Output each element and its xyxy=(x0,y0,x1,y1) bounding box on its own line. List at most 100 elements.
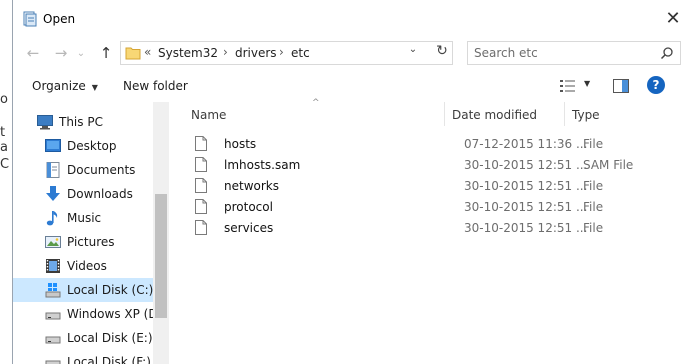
sidebar-item-videos[interactable]: Videos xyxy=(13,254,153,278)
file-icon xyxy=(195,220,207,235)
file-name: lmhosts.sam xyxy=(224,158,301,172)
sidebar-item-this-pc[interactable]: This PC xyxy=(13,110,153,134)
folder-icon xyxy=(125,47,141,60)
file-icon xyxy=(195,136,207,151)
file-icon xyxy=(195,199,207,214)
sidebar-item-label: Music xyxy=(67,211,102,225)
file-row[interactable]: hosts 07-12-2015 11:36 ... File xyxy=(191,134,691,155)
file-list: ^ Name Date modified Type hosts 07-12-20… xyxy=(169,98,694,364)
sidebar-item-pictures[interactable]: Pictures xyxy=(13,230,153,254)
address-overflow-icon[interactable]: « xyxy=(144,45,151,59)
breadcrumb-separator-icon[interactable]: › xyxy=(279,45,284,59)
dialog-title: Open xyxy=(43,12,76,26)
forward-arrow-icon: → xyxy=(54,44,68,62)
sidebar-item-label: Local Disk (F:) xyxy=(67,355,151,364)
navigation-pane: This PC Desktop Documents Downloads Musi… xyxy=(13,102,169,364)
search-icon[interactable] xyxy=(660,46,674,60)
view-options-caret-icon[interactable]: ▼ xyxy=(584,79,590,88)
file-date-modified: 30-10-2015 12:51 ... xyxy=(464,179,588,193)
close-button[interactable]: ✕ xyxy=(659,6,687,30)
file-date-modified: 30-10-2015 12:51 ... xyxy=(464,200,588,214)
file-row[interactable]: protocol 30-10-2015 12:51 ... File xyxy=(191,197,691,218)
breadcrumb-drivers[interactable]: drivers xyxy=(235,46,277,60)
sidebar-scrollbar-thumb[interactable] xyxy=(155,194,167,318)
search-input[interactable] xyxy=(474,45,644,61)
sidebar-scrollbar[interactable] xyxy=(153,102,169,364)
sidebar-item-music[interactable]: Music xyxy=(13,206,153,230)
file-name: services xyxy=(224,221,274,235)
column-header-name[interactable]: Name xyxy=(191,108,226,132)
column-divider[interactable] xyxy=(564,102,565,126)
file-date-modified: 30-10-2015 12:51 ... xyxy=(464,158,588,172)
view-options-icon[interactable] xyxy=(560,79,576,93)
file-icon xyxy=(195,178,207,193)
refresh-button[interactable]: ↻ xyxy=(432,41,452,61)
pc-icon xyxy=(37,115,53,130)
file-icon xyxy=(195,157,207,172)
chevron-down-icon: ⌄ xyxy=(408,43,418,55)
close-icon: ✕ xyxy=(665,7,681,29)
file-type: SAM File xyxy=(583,158,634,172)
sidebar-item-label: Desktop xyxy=(67,139,117,153)
refresh-icon: ↻ xyxy=(436,43,448,59)
file-date-modified: 07-12-2015 11:36 ... xyxy=(464,137,588,151)
caret-down-icon: ▼ xyxy=(91,83,98,92)
open-dialog: Open ✕ ← → ⌄ ↑ « System32 › drivers › et… xyxy=(12,0,694,364)
help-icon: ? xyxy=(652,78,660,92)
file-type: File xyxy=(583,200,604,214)
new-folder-button[interactable]: New folder xyxy=(123,79,188,93)
windows-drive-icon xyxy=(45,283,61,298)
file-row[interactable]: networks 30-10-2015 12:51 ... File xyxy=(191,176,691,197)
sidebar-item-desktop[interactable]: Desktop xyxy=(13,134,153,158)
background-text-glyph: o xyxy=(0,92,8,107)
up-button[interactable]: ↑ xyxy=(96,43,116,63)
breadcrumb-separator-icon[interactable]: › xyxy=(223,45,228,59)
file-date-modified: 30-10-2015 12:51 ... xyxy=(464,221,588,235)
recent-locations-button[interactable]: ⌄ xyxy=(75,43,87,63)
desktop-icon xyxy=(45,139,61,152)
search-box[interactable] xyxy=(467,41,681,65)
sidebar-item-documents[interactable]: Documents xyxy=(13,158,153,182)
address-bar[interactable]: « System32 › drivers › etc xyxy=(120,41,453,65)
sidebar-item-label: Documents xyxy=(67,163,136,177)
file-name: protocol xyxy=(224,200,273,214)
organize-button[interactable]: Organize ▼ xyxy=(32,79,98,93)
file-type: File xyxy=(583,179,604,193)
column-divider[interactable] xyxy=(444,102,445,126)
background-text-glyph: t xyxy=(0,125,6,140)
sidebar-item-label: Windows XP (D:) xyxy=(67,307,167,321)
column-header-date-modified[interactable]: Date modified xyxy=(452,108,537,132)
column-header-type[interactable]: Type xyxy=(572,108,600,132)
drive-icon xyxy=(45,312,61,320)
sort-ascending-icon: ^ xyxy=(312,98,320,108)
breadcrumb-system32[interactable]: System32 xyxy=(158,46,218,60)
sidebar-item-label: Videos xyxy=(67,259,107,273)
sidebar-item-local-disk-f[interactable]: Local Disk (F:) xyxy=(13,350,153,364)
file-row[interactable]: lmhosts.sam 30-10-2015 12:51 ... SAM Fil… xyxy=(191,155,691,176)
forward-button[interactable]: → xyxy=(51,43,71,63)
sidebar-item-label: Downloads xyxy=(67,187,133,201)
sidebar-item-local-disk-e[interactable]: Local Disk (E:) xyxy=(13,326,153,350)
drive-icon xyxy=(45,336,61,344)
sidebar-item-label: This PC xyxy=(59,115,103,129)
background-text-glyph: a xyxy=(0,140,8,155)
file-row[interactable]: services 30-10-2015 12:51 ... File xyxy=(191,218,691,239)
file-name: hosts xyxy=(224,137,257,151)
background-text-glyph: C xyxy=(0,157,10,172)
file-name: networks xyxy=(224,179,279,193)
sidebar-item-windows-xp-d[interactable]: Windows XP (D:) xyxy=(13,302,166,326)
address-dropdown-button[interactable]: ⌄ xyxy=(406,41,420,57)
dialog-app-icon xyxy=(23,11,37,27)
help-button[interactable]: ? xyxy=(647,76,665,94)
back-button[interactable]: ← xyxy=(23,43,43,63)
command-bar: Organize ▼ New folder ▼ ? xyxy=(13,70,694,102)
documents-icon xyxy=(46,162,60,178)
sidebar-item-local-disk-c[interactable]: Local Disk (C:) xyxy=(13,278,153,302)
downloads-icon xyxy=(46,186,60,201)
breadcrumb-etc[interactable]: etc xyxy=(291,46,310,60)
preview-pane-icon[interactable] xyxy=(613,79,629,93)
up-arrow-icon: ↑ xyxy=(99,44,113,62)
sidebar-item-downloads[interactable]: Downloads xyxy=(13,182,153,206)
title-bar: Open ✕ xyxy=(13,0,694,36)
sidebar-item-label: Local Disk (C:) xyxy=(67,283,154,297)
